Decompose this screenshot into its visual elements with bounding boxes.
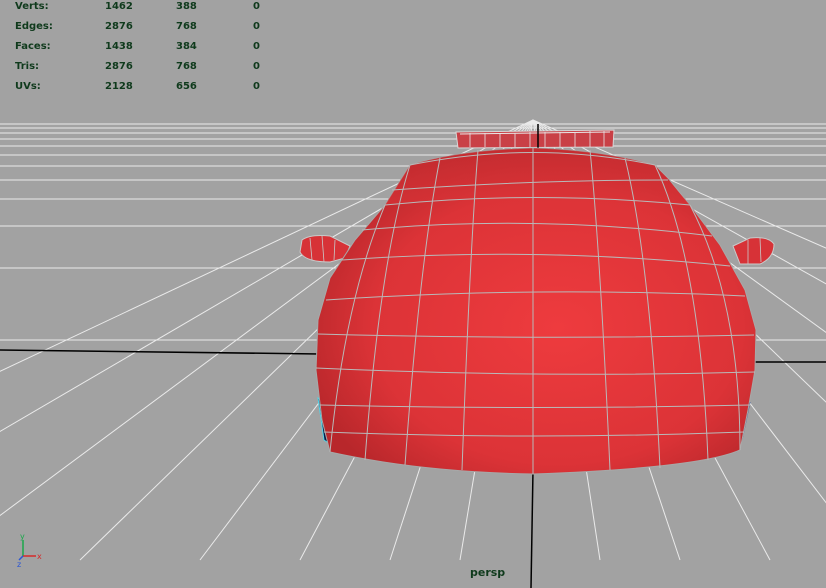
hud-selected: 388	[176, 1, 197, 12]
hud-selected: 656	[176, 81, 197, 92]
hud-selected: 768	[176, 21, 197, 32]
hud-label: UVs:	[15, 81, 41, 92]
hud-label: Edges:	[15, 21, 53, 32]
hud-extra: 0	[253, 41, 260, 52]
hud-extra: 0	[253, 1, 260, 12]
hud-total: 1438	[105, 41, 133, 52]
car-body-mesh[interactable]	[315, 147, 757, 475]
gizmo-z-label: z	[17, 560, 21, 568]
gizmo-x-label: x	[37, 552, 42, 561]
hud-label: Faces:	[15, 41, 51, 52]
hud-extra: 0	[253, 21, 260, 32]
hud-label: Verts:	[15, 1, 49, 12]
gizmo-y-label: y	[20, 532, 25, 541]
hud-label: Tris:	[15, 61, 40, 72]
hud-extra: 0	[253, 61, 260, 72]
hud-total: 2876	[105, 61, 133, 72]
hud-total: 1462	[105, 1, 133, 12]
hud-total: 2876	[105, 21, 133, 32]
hud-total: 2128	[105, 81, 133, 92]
perspective-viewport[interactable]: Verts: 1462 388 0 Edges: 2876 768 0 Face…	[0, 0, 826, 588]
right-mirror[interactable]	[732, 237, 775, 265]
camera-name-label: persp	[470, 566, 506, 579]
view-axis-gizmo-icon: y x z	[17, 532, 42, 568]
left-mirror[interactable]	[299, 235, 351, 263]
hud-extra: 0	[253, 81, 260, 92]
hud-selected: 384	[176, 41, 197, 52]
hud-selected: 768	[176, 61, 197, 72]
